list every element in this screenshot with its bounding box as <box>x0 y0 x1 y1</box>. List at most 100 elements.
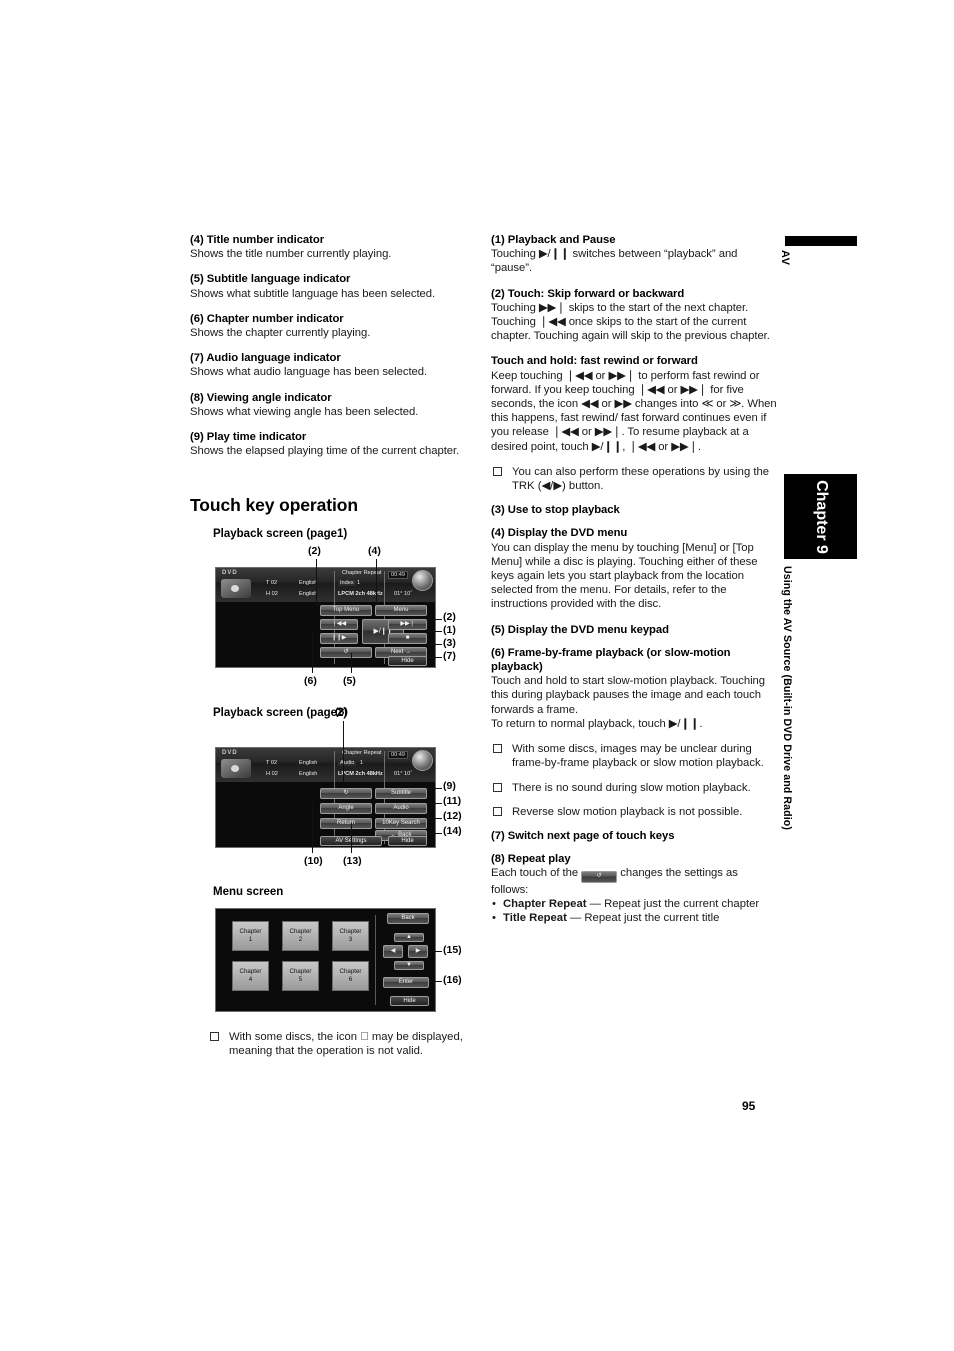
leader-line <box>312 804 313 853</box>
leader-line <box>429 951 442 952</box>
subtitle-language-indicator: English <box>299 580 318 586</box>
right-column: (1) Playback and Pause Touching ▶/❙❙ swi… <box>491 233 777 926</box>
callout-11: (11) <box>443 795 462 807</box>
left-column: (4) Title number indicator Shows the tit… <box>190 233 476 469</box>
chapter-number: 6 <box>348 976 353 983</box>
audio-key[interactable]: Audio <box>375 803 427 814</box>
page-number: 95 <box>742 1099 756 1113</box>
repeat-key[interactable]: ↻ <box>320 788 372 799</box>
leader-line <box>427 631 442 632</box>
figure1-caption: Playback screen (page1) <box>213 528 348 540</box>
section-display-dvd-menu: (4) Display the DVD menu You can display… <box>491 526 777 611</box>
note-text: You can also perform these operations by… <box>512 465 770 493</box>
globe-icon <box>412 570 433 591</box>
entry-heading: (5) Display the DVD menu keypad <box>491 623 669 636</box>
device-screen: DVD T 02 English H 02 English Chapter Re… <box>215 567 436 668</box>
repeat-key[interactable]: ↺ <box>320 647 372 658</box>
hide-key[interactable]: Hide <box>388 836 427 846</box>
dvd-logo: DVD <box>222 750 238 756</box>
chapter-3-button[interactable]: Chapter 3 <box>332 921 369 951</box>
callout-9: (9) <box>443 780 456 792</box>
leader-line <box>376 559 377 604</box>
enter-key[interactable]: Enter <box>383 977 429 988</box>
indicator-entry-6: (6) Chapter number indicator Shows the c… <box>190 312 476 340</box>
top-menu-key[interactable]: Top Menu <box>320 605 372 616</box>
section-repeat-play: (8) Repeat play Each touch of the ↺ chan… <box>491 852 777 926</box>
figure3-caption: Menu screen <box>213 886 284 898</box>
entry-heading: (4) Display the DVD menu <box>491 527 628 540</box>
index-value: 1 <box>357 580 361 586</box>
figure-menu-screen: Chapter 1 Chapter 2 Chapter 3 Chapter 4 … <box>215 908 462 1012</box>
right-key[interactable]: ▶ <box>408 945 428 958</box>
callout-10: (10) <box>304 855 323 867</box>
leader-line <box>427 788 442 789</box>
chapter-number: 5 <box>298 976 303 983</box>
section-skip: (2) Touch: Skip forward or backward Touc… <box>491 287 777 344</box>
indicator-entry-8: (8) Viewing angle indicator Shows what v… <box>190 391 476 419</box>
angle-key[interactable]: Angle <box>320 803 372 814</box>
chapter-5-button[interactable]: Chapter 5 <box>282 961 319 991</box>
leader-line <box>343 721 344 787</box>
previous-chapter-key[interactable]: ❘◀◀ <box>320 619 358 630</box>
left-key[interactable]: ◀ <box>383 945 403 958</box>
note-square-icon <box>493 782 502 792</box>
chapter-1-button[interactable]: Chapter 1 <box>232 921 269 951</box>
entry-heading: (4) Title number indicator <box>190 234 325 246</box>
down-key[interactable]: ▼ <box>394 961 424 970</box>
callout-1: (1) <box>443 624 456 636</box>
leader-line <box>351 653 352 673</box>
chapter-number: 1 <box>248 936 253 943</box>
section-fast-rewind-forward: Touch and hold: fast rewind or forward K… <box>491 354 777 453</box>
running-head: Using the AV Source (Built-in DVD Drive … <box>781 566 793 830</box>
note-text: With some discs, the icon ⃠ may be displ… <box>229 1031 463 1058</box>
repeat-body-pre: Each touch of the <box>491 867 579 880</box>
callout-12: (12) <box>443 810 462 822</box>
bullet-desc: — Repeat just the current title <box>566 912 720 925</box>
section-playback-pause: (1) Playback and Pause Touching ▶/❙❙ swi… <box>491 233 777 276</box>
entry-body: Shows the elapsed playing time of the cu… <box>190 445 460 458</box>
callout-15: (15) <box>443 944 462 956</box>
callout-3: (3) <box>443 637 456 649</box>
ten-key-search-key[interactable]: 10Key Search <box>375 818 427 829</box>
chapter-number-indicator: H 02 <box>266 591 278 597</box>
hide-key[interactable]: Hide <box>388 656 427 666</box>
repeat-icon: ↺ <box>581 870 618 883</box>
side-tab-av-bar <box>785 236 857 246</box>
entry-body: Shows the title number currently playing… <box>190 248 392 261</box>
hide-key[interactable]: Hide <box>390 996 429 1006</box>
title-number-indicator: T 02 <box>266 760 278 766</box>
bullet-chapter-repeat: Chapter Repeat — Repeat just the current… <box>491 897 777 911</box>
menu-key[interactable]: Menu <box>375 605 427 616</box>
next-chapter-key[interactable]: ▶▶❘ <box>388 619 427 630</box>
device-screen: DVD T 02 English H 02 English Chapter Re… <box>215 747 436 848</box>
callout-13: (13) <box>343 855 362 867</box>
indicator-entry-9: (9) Play time indicator Shows the elapse… <box>190 430 476 458</box>
bullet-term: Chapter Repeat <box>503 898 587 911</box>
entry-heading: Touch and hold: fast rewind or forward <box>491 355 698 368</box>
indicator-entry-4: (4) Title number indicator Shows the tit… <box>190 233 476 261</box>
section-frame-by-frame: (6) Frame-by-frame playback (or slow-mot… <box>491 646 777 731</box>
repeat-mode-indicator: Chapter Repeat <box>342 750 382 756</box>
section-menu-keypad: (5) Display the DVD menu keypad <box>491 623 777 637</box>
chapter-2-button[interactable]: Chapter 2 <box>282 921 319 951</box>
callout-7: (7) <box>443 650 456 662</box>
entry-heading: (1) Playback and Pause <box>491 234 616 246</box>
chapter-number-indicator: H 02 <box>266 771 278 777</box>
section-stop-playback: (3) Use to stop playback <box>491 503 777 517</box>
subtitle-key[interactable]: Subtitle <box>375 788 427 799</box>
stop-key[interactable]: ■ <box>388 633 427 644</box>
note-text: There is no sound during slow motion pla… <box>512 781 751 794</box>
chapter-6-button[interactable]: Chapter 6 <box>332 961 369 991</box>
manual-page: (4) Title number indicator Shows the tit… <box>0 0 954 1351</box>
callout-2-right: (2) <box>443 611 456 623</box>
clock-indicator: 00:49 <box>388 751 408 759</box>
up-key[interactable]: ▲ <box>394 933 424 942</box>
return-key[interactable]: Return <box>320 818 372 829</box>
back-key[interactable]: Back <box>387 913 429 924</box>
chapter-4-button[interactable]: Chapter 4 <box>232 961 269 991</box>
callout-8: (8) <box>335 706 348 718</box>
frame-step-key[interactable]: ❙❙▶ <box>320 633 358 644</box>
clock-indicator: 00:49 <box>388 571 408 579</box>
chapter-label: Chapter <box>239 928 262 935</box>
device-screen: Chapter 1 Chapter 2 Chapter 3 Chapter 4 … <box>215 908 436 1012</box>
